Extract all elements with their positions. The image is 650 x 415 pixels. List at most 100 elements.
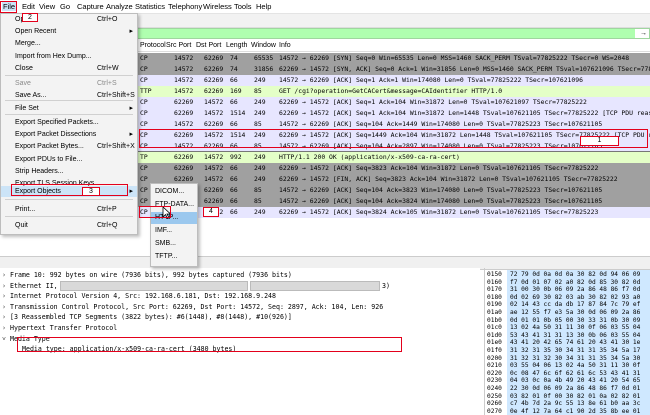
- file-menu-item-merge[interactable]: Merge...: [1, 38, 137, 49]
- packet-window: 249: [254, 208, 266, 216]
- menu-item-shortcut: Ctrl+W: [97, 65, 119, 72]
- export-objects-submenu: DICOM...FTP-DATA...HTTP...IMF...SMB...TF…: [150, 183, 198, 267]
- menu-item-label: Close: [15, 65, 33, 72]
- expand-right-icon[interactable]: ›: [2, 302, 10, 312]
- column-protocol[interactable]: Protocol: [140, 42, 166, 50]
- file-menu-item-quit[interactable]: Quit Ctrl+Q: [1, 220, 137, 231]
- file-menu-item-export-specified-packets[interactable]: Export Specified Packets...: [1, 117, 137, 128]
- file-menu-item-save[interactable]: Save Ctrl+S: [1, 78, 137, 89]
- submenu-arrow-icon: ▸: [129, 28, 133, 35]
- packet-window: 249: [254, 76, 266, 84]
- detail-tree-item[interactable]: › Frame 10: 992 bytes on wire (7936 bits)…: [2, 270, 292, 280]
- file-menu-item-export-pdus-to-file[interactable]: Export PDUs to File...: [1, 154, 137, 165]
- menu-edit[interactable]: Edit: [22, 2, 35, 11]
- submenu-arrow-icon: ▸: [129, 131, 133, 138]
- menu-item-shortcut: Ctrl+Shift+S: [97, 92, 135, 99]
- menu-item-label: Open Recent: [15, 28, 57, 35]
- menu-capture[interactable]: Capture: [77, 2, 104, 11]
- packet-length: 66: [230, 76, 238, 84]
- expand-right-icon[interactable]: ›: [2, 323, 10, 333]
- menu-analyze[interactable]: Analyze: [106, 2, 133, 11]
- menu-separator: [5, 216, 133, 217]
- packet-window: 249: [254, 164, 266, 172]
- packet-length: 66: [230, 98, 238, 106]
- menu-item-label: Save: [15, 80, 31, 87]
- packet-length: 992: [230, 153, 242, 161]
- submenu-item-label: SMB...: [155, 240, 177, 247]
- packet-window: 85: [254, 87, 262, 95]
- menu-item-shortcut: Ctrl+Shift+X: [97, 143, 135, 150]
- packet-protocol: TP: [140, 153, 148, 161]
- packet-window: 85: [254, 197, 262, 205]
- menu-view[interactable]: View: [39, 2, 55, 11]
- file-menu-item-close[interactable]: Close Ctrl+W: [1, 63, 137, 74]
- packet-protocol: CP: [140, 109, 148, 117]
- file-menu-item-file-set[interactable]: File Set ▸: [1, 103, 137, 114]
- packet-src-port: 62269: [174, 98, 194, 106]
- file-menu-item-strip-headers[interactable]: Strip Headers...: [1, 166, 137, 177]
- export-objects-dicom[interactable]: DICOM...: [151, 186, 197, 198]
- packet-protocol: TTP: [140, 87, 152, 95]
- hex-dump-row[interactable]: 0270 0e 4f 12 7a 64 c1 90 2d 35 8b ee 01: [485, 406, 650, 415]
- export-objects-tftp[interactable]: TFTP...: [151, 251, 197, 263]
- file-menu-item-print[interactable]: Print... Ctrl+P: [1, 204, 137, 215]
- packet-protocol: CP: [140, 164, 148, 172]
- packet-protocol: CP: [140, 175, 148, 183]
- file-menu-item-open-recent[interactable]: Open Recent ▸: [1, 26, 137, 37]
- packet-protocol: CP: [140, 54, 148, 62]
- packet-src-port: 62269: [174, 164, 194, 172]
- file-menu-item-save-as[interactable]: Save As... Ctrl+Shift+S: [1, 90, 137, 101]
- menu-item-shortcut: Ctrl+Q: [97, 222, 118, 229]
- packet-window: 249: [254, 153, 266, 161]
- packet-info: 62269 → 14572 [ACK] Seq=1 Ack=104 Win=31…: [279, 109, 650, 117]
- file-menu-item-import-from-hex-dump[interactable]: Import from Hex Dump...: [1, 51, 137, 62]
- expand-right-icon[interactable]: ›: [2, 312, 10, 322]
- redacted-src-mac: [60, 281, 248, 291]
- filter-apply-arrow-icon[interactable]: →: [640, 29, 647, 38]
- export-objects-smb[interactable]: SMB...: [151, 238, 197, 250]
- menu-item-label: File Set: [15, 105, 39, 112]
- packet-dst-port: 62269: [204, 76, 224, 84]
- packet-info: 62269 → 14572 [ACK] Seq=1 Ack=104 Win=31…: [279, 98, 587, 106]
- menu-item-label: Export Packet Bytes...: [15, 143, 84, 150]
- expand-right-icon[interactable]: ›: [2, 281, 10, 291]
- menu-item-label: Export Specified Packets...: [15, 119, 99, 126]
- packet-dst-port: 14572: [204, 109, 224, 117]
- ethernet-dst-tail: 3): [382, 281, 390, 290]
- packet-dst-port: 62269: [204, 54, 224, 62]
- column-src-port[interactable]: Src Port: [166, 42, 191, 50]
- menu-go[interactable]: Go: [60, 2, 70, 11]
- expand-down-icon[interactable]: ˅: [2, 334, 10, 344]
- file-menu-item-export-packet-bytes[interactable]: Export Packet Bytes... Ctrl+Shift+X: [1, 141, 137, 152]
- packet-info: GET /cgi?operation=GetCACert&message=CAI…: [279, 87, 503, 95]
- packet-info: 14572 → 62269 [SYN] Seq=0 Win=65535 Len=…: [279, 54, 630, 62]
- menu-wireless[interactable]: Wireless: [203, 2, 232, 11]
- packet-dst-port: 14572: [204, 164, 224, 172]
- menu-item-label: Merge...: [15, 40, 41, 47]
- column-dst-port[interactable]: Dst Port: [196, 42, 221, 50]
- expand-right-icon[interactable]: ›: [2, 291, 10, 301]
- file-menu-item-export-packet-dissections[interactable]: Export Packet Dissections ▸: [1, 129, 137, 140]
- column-info[interactable]: Info: [279, 42, 291, 50]
- column-window[interactable]: Window: [251, 42, 276, 50]
- menu-item-shortcut: Ctrl+P: [97, 206, 117, 213]
- menu-help[interactable]: Help: [256, 2, 271, 11]
- detail-tree-item[interactable]: › Internet Protocol Version 4, Src: 192.1…: [2, 291, 276, 301]
- menu-statistics[interactable]: Statistics: [135, 2, 165, 11]
- packet-src-port: 62269: [174, 153, 194, 161]
- annotation-box-file-menu: [0, 1, 17, 13]
- detail-tree-item[interactable]: › Hypertext Transfer Protocol: [2, 323, 117, 333]
- packet-length: 66: [230, 186, 238, 194]
- detail-tree-item[interactable]: › [3 Reassembled TCP Segments (3822 bytes…: [2, 312, 292, 322]
- export-objects-imf[interactable]: IMF...: [151, 225, 197, 237]
- packet-dst-port: 62269: [204, 87, 224, 95]
- packet-dst-port: 62269: [204, 65, 224, 73]
- packet-info: 62269 → 14572 [ACK] Seq=3824 Ack=105 Win…: [279, 208, 599, 216]
- packet-window: 65535: [254, 54, 274, 62]
- menu-tools[interactable]: Tools: [234, 2, 252, 11]
- column-length[interactable]: Length: [226, 42, 247, 50]
- packet-info: 62269 → 14572 [FIN, ACK] Seq=3823 Ack=10…: [279, 175, 618, 183]
- expand-right-icon[interactable]: ›: [2, 270, 10, 280]
- detail-tree-item[interactable]: › Transmission Control Protocol, Src Port…: [2, 302, 383, 312]
- menu-telephony[interactable]: Telephony: [168, 2, 202, 11]
